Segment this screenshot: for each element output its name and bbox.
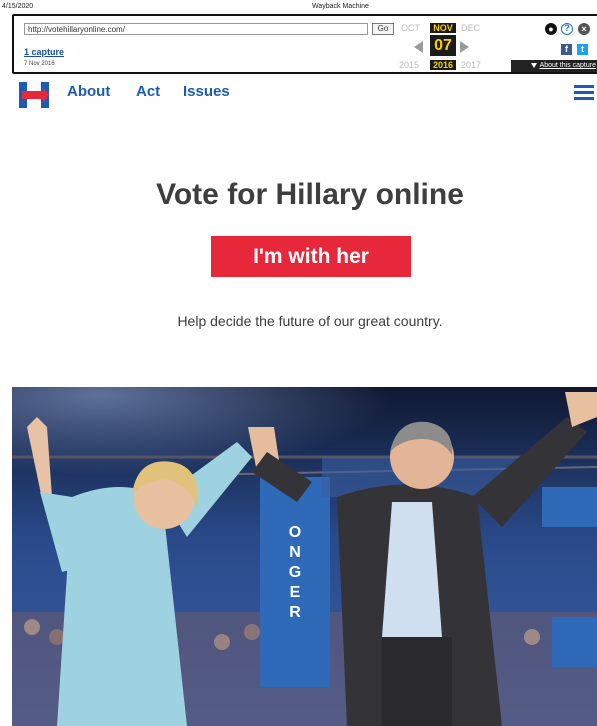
month-current: NOV [430, 23, 456, 33]
facebook-icon[interactable]: f [561, 44, 572, 55]
nav-about[interactable]: About [67, 83, 110, 100]
hillary-h-logo-icon[interactable] [19, 82, 49, 108]
next-capture-arrow-icon[interactable] [460, 41, 469, 53]
subheadline: Help decide the future of our great coun… [177, 313, 443, 329]
about-capture-label: About this capture [539, 62, 596, 69]
year-prev[interactable]: 2015 [399, 60, 419, 70]
twitter-icon[interactable]: t [577, 44, 588, 55]
hero-illustration: ONGER [12, 387, 597, 726]
prev-capture-arrow-icon[interactable] [414, 41, 423, 53]
hero-photo: ONGER [12, 387, 597, 726]
year-current: 2016 [430, 60, 456, 70]
year-next[interactable]: 2017 [461, 60, 481, 70]
nav-issues[interactable]: Issues [183, 83, 230, 100]
print-header: 4/15/2020 Wayback Machine [0, 0, 597, 12]
im-with-her-button[interactable]: I'm with her [211, 236, 411, 277]
caret-down-icon [530, 62, 537, 68]
nav-act[interactable]: Act [136, 83, 160, 100]
hamburger-menu-icon[interactable] [574, 85, 594, 100]
user-icon[interactable]: ● [545, 23, 557, 35]
captures-link[interactable]: 1 capture [24, 47, 64, 57]
capture-date: 7 Nov 2016 [24, 61, 55, 67]
month-prev[interactable]: OCT [401, 23, 420, 33]
month-next[interactable]: DEC [461, 23, 480, 33]
capture-day: 07 [430, 35, 456, 56]
wayback-url-input[interactable]: http://votehillaryonline.com/ [24, 23, 368, 35]
print-date: 4/15/2020 [2, 3, 34, 10]
close-icon[interactable]: × [578, 23, 590, 35]
print-title: Wayback Machine [312, 3, 369, 10]
wayback-toolbar: http://votehillaryonline.com/ Go 1 captu… [12, 14, 597, 74]
hero-banner-text: ONGER [289, 524, 301, 621]
help-icon[interactable]: ? [561, 23, 573, 35]
about-capture-button[interactable]: About this capture [511, 60, 597, 72]
page-headline: Vote for Hillary online [156, 178, 464, 211]
wayback-go-button[interactable]: Go [372, 23, 394, 35]
